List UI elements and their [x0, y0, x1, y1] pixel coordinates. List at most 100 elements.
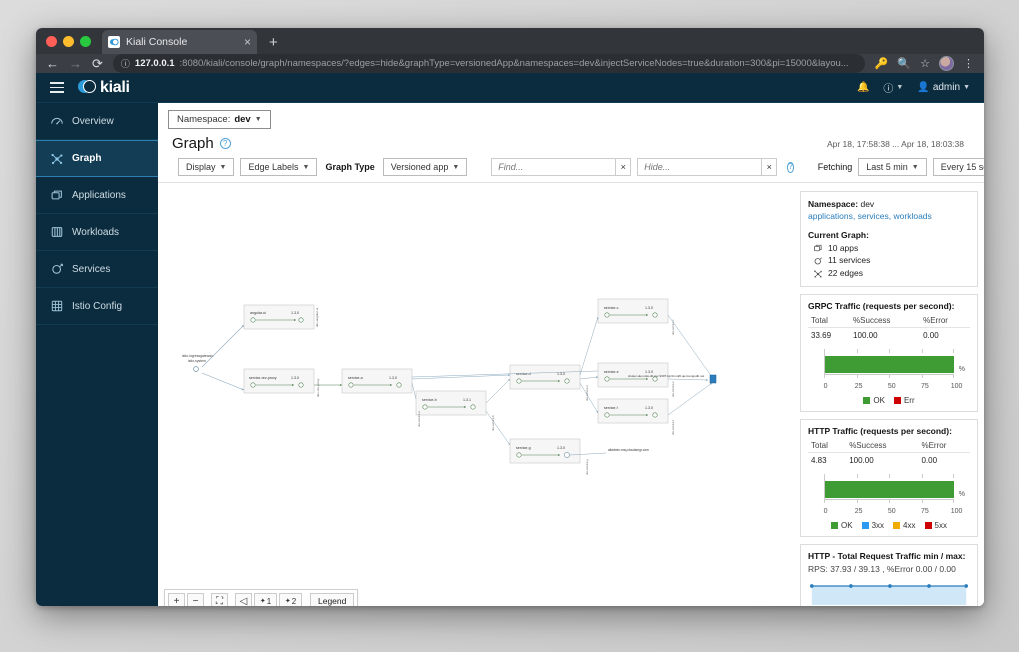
column-header: %Error — [918, 438, 970, 453]
maximize-window-button[interactable] — [80, 36, 91, 47]
top-ticks — [824, 473, 954, 478]
body-row: Overview Graph Applications Workloads Se… — [36, 103, 984, 606]
sidebar-item-istio-config[interactable]: Istio Config — [36, 288, 158, 325]
stat-value: 11 services — [828, 255, 871, 266]
svg-text:dev-service-g: dev-service-g — [585, 459, 589, 475]
help-icon[interactable]: ? — [219, 138, 231, 149]
sidebar-item-services[interactable]: Services — [36, 251, 158, 288]
bell-icon[interactable]: 🔔 — [857, 82, 869, 93]
graph-svg[interactable]: istio-ingressgateway- istio-system angul… — [158, 183, 788, 603]
new-tab-button[interactable]: + — [269, 34, 278, 51]
page-title: Graph — [172, 135, 214, 152]
namespace-prefix: Namespace: — [177, 114, 231, 125]
browser-window: Kiali Console × + ← → ⟳ ⓘ 127.0.0.1 :808… — [36, 28, 984, 606]
hide-input[interactable] — [637, 158, 762, 176]
grpc-legend: OK Err — [810, 396, 968, 405]
info-circle-icon[interactable]: ⓘ — [121, 57, 130, 70]
zoom-out-button[interactable]: − — [187, 593, 204, 606]
graph-node-external: aliadmin-rmq.cloudsmgr.com — [608, 448, 649, 452]
legend-item-ok[interactable]: OK — [863, 396, 885, 405]
star-icon[interactable]: ☆ — [920, 57, 930, 70]
chevron-down-icon: ▼ — [963, 84, 970, 91]
display-dropdown[interactable]: Display ▼ — [178, 158, 235, 176]
desktop-background: Kiali Console × + ← → ⟳ ⓘ 127.0.0.1 :808… — [0, 0, 1019, 652]
svg-text:service-b: service-b — [422, 398, 437, 402]
time-range-label: Apr 18, 17:58:38 ... Apr 18, 18:03:38 — [826, 138, 964, 149]
sidebar-item-label: Workloads — [72, 226, 120, 238]
top-ticks — [824, 348, 954, 353]
grpc-table: Total %Success %Error 33.69 100.00 0.00 — [808, 313, 970, 343]
legend-button[interactable]: Legend — [310, 593, 355, 606]
window-controls[interactable] — [46, 36, 91, 47]
layout-2-button[interactable]: ✦ 2 — [279, 593, 302, 606]
svg-text:service-d: service-d — [516, 372, 531, 376]
legend-item-5xx[interactable]: 5xx — [924, 521, 947, 530]
namespace-selector[interactable]: Namespace: dev ▼ — [168, 110, 271, 129]
browser-action-icons: 🔑 🔍 ☆ ⋮ — [875, 56, 974, 71]
kebab-menu-icon[interactable]: ⋮ — [963, 57, 974, 70]
x-tick: 100 — [950, 507, 963, 515]
svg-text:1.3.0: 1.3.0 — [645, 406, 653, 410]
browser-titlebar: Kiali Console × + — [36, 28, 984, 54]
sidebar-item-applications[interactable]: Applications — [36, 177, 158, 214]
hamburger-icon[interactable] — [50, 82, 64, 93]
clear-hide-button[interactable]: × — [761, 158, 778, 176]
legend-item-4xx[interactable]: 4xx — [893, 521, 916, 530]
x-tick: 50 — [887, 507, 896, 515]
grpc-x-tick-labels: 0 25 50 75 100 — [820, 383, 963, 393]
layout-1-button[interactable]: ✦ 1 — [254, 593, 277, 606]
layout-icon: ✦ — [259, 598, 266, 606]
sidebar-item-workloads[interactable]: Workloads — [36, 214, 158, 251]
service-graph-canvas[interactable]: istio-ingressgateway- istio-system angul… — [158, 183, 794, 606]
column-header: %Success — [846, 438, 919, 453]
minimize-window-button[interactable] — [63, 36, 74, 47]
reload-button[interactable]: ⟳ — [92, 57, 103, 70]
profile-avatar[interactable] — [939, 56, 954, 71]
sidebar-item-overview[interactable]: Overview — [36, 103, 158, 140]
legend-item-3xx[interactable]: 3xx — [861, 521, 884, 530]
graph-type-dropdown[interactable]: Versioned app ▼ — [382, 158, 468, 176]
close-icon[interactable]: × — [244, 36, 251, 48]
sidebar-item-graph[interactable]: Graph — [36, 140, 158, 177]
find-input[interactable] — [491, 158, 616, 176]
edge-labels-label: Edge Labels — [248, 162, 299, 172]
toggle-side-panel-button[interactable]: ◁ — [235, 593, 252, 606]
edge-labels-dropdown[interactable]: Edge Labels ▼ — [240, 158, 318, 176]
address-bar[interactable]: ⓘ 127.0.0.1 :8080/kiali/console/graph/na… — [112, 54, 865, 73]
app-header: kiali 🔔 ⓘ ▼ 👤 admin ▼ — [36, 73, 984, 103]
legend-item-ok[interactable]: OK — [831, 521, 853, 530]
graph-type-value: Versioned app — [390, 162, 449, 172]
legend-item-err[interactable]: Err — [893, 396, 915, 405]
clear-find-button[interactable]: × — [615, 158, 632, 176]
help-icon: ⓘ — [883, 84, 894, 95]
graph-node: service-d 1.3.0 — [509, 364, 581, 390]
chevron-down-icon: ▼ — [452, 163, 460, 171]
x-tick: 0 — [823, 507, 828, 515]
zoom-in-button[interactable]: + — [168, 593, 185, 606]
chevron-down-icon: ▼ — [254, 116, 262, 123]
close-window-button[interactable] — [46, 36, 57, 47]
fit-to-screen-button[interactable]: ⛶ — [211, 593, 228, 606]
user-menu[interactable]: 👤 admin ▼ — [917, 82, 970, 93]
duration-dropdown[interactable]: Last 5 min ▼ — [858, 158, 927, 176]
help-menu[interactable]: ⓘ ▼ — [883, 80, 903, 95]
summary-links[interactable]: applications, services, workloads — [808, 211, 932, 221]
zoom-out-icon[interactable]: 🔍 — [897, 57, 911, 70]
cell-total: 33.69 — [811, 330, 832, 340]
svg-text:service-a: service-a — [348, 376, 363, 380]
tab-strip: Kiali Console × + — [102, 28, 278, 54]
http-title: HTTP Traffic (requests per second): — [808, 425, 952, 436]
brand-name: kiali — [100, 78, 130, 96]
browser-tab[interactable]: Kiali Console × — [102, 30, 257, 54]
find-help-icon[interactable]: ? — [787, 161, 794, 173]
key-icon[interactable]: 🔑 — [875, 57, 889, 70]
fetch-group: Fetching Last 5 min ▼ Every 15 sec ▼ ⟳ — [818, 158, 984, 176]
graph-node: service-f 1.3.0 — [597, 398, 669, 424]
graph-icon — [813, 269, 823, 279]
interval-dropdown[interactable]: Every 15 sec ▼ — [932, 158, 984, 176]
forward-button[interactable]: → — [69, 57, 82, 70]
chevron-down-icon: ▼ — [219, 163, 227, 171]
back-button[interactable]: ← — [46, 57, 59, 70]
kiali-logo-icon — [78, 79, 96, 96]
svg-text:istio-system: istio-system — [188, 359, 206, 363]
